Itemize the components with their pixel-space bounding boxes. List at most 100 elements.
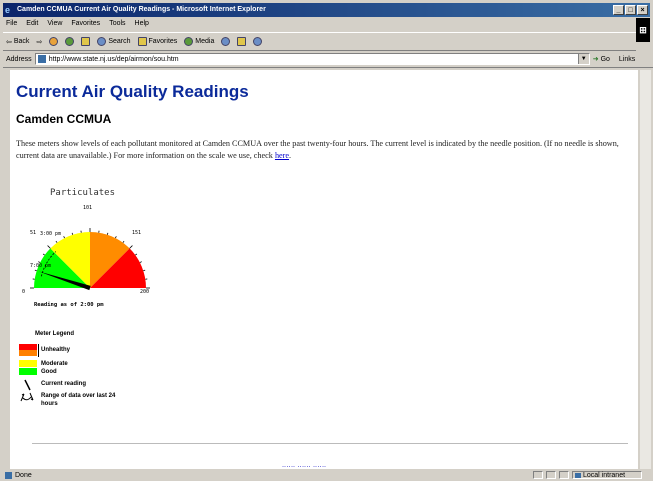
window-title: Camden CCMUA Current Air Quality Reading…	[17, 6, 266, 13]
close-button[interactable]: ×	[637, 5, 648, 15]
media-label: Media	[195, 38, 215, 45]
stop-icon	[49, 37, 59, 46]
gauge-svg: Particulates 0 51 101 151 200 3:00 pm 7:…	[22, 188, 150, 308]
window-controls: _ □ ×	[613, 5, 648, 15]
home-button[interactable]	[81, 37, 91, 46]
dropdown-arrow-icon[interactable]: ▼	[577, 54, 589, 64]
refresh-button[interactable]	[65, 37, 75, 46]
stop-button[interactable]	[49, 37, 59, 46]
gauge-tick	[55, 240, 58, 243]
go-label: Go	[600, 55, 610, 63]
gauge-tick	[139, 261, 142, 263]
range-end-time: 7:00 pm	[30, 263, 51, 269]
gauge-tick	[143, 269, 146, 272]
unhealthy-bracket	[38, 344, 39, 357]
reading-caption: Reading as of 2:00 pm	[34, 302, 104, 308]
needle-icon	[24, 379, 31, 391]
legend-good: Good	[41, 369, 57, 375]
mail-button[interactable]	[237, 37, 247, 46]
menu-edit[interactable]: Edit	[26, 18, 38, 30]
gauge-tick	[34, 269, 37, 272]
scale-label-51: 51	[30, 230, 36, 236]
search-label: Search	[108, 38, 131, 45]
standard-toolbar: ⇦ Back ⇨ Search Favorites Media	[3, 32, 636, 51]
refresh-icon	[65, 37, 75, 46]
unhealthy-orange-swatch	[19, 350, 37, 356]
gauge-tick	[122, 240, 125, 243]
legend-moderate: Moderate	[41, 361, 68, 367]
legend-current-reading: Current reading	[41, 381, 87, 387]
range-bracket-icon	[20, 392, 34, 402]
status-cell-1	[533, 471, 543, 479]
intranet-icon	[575, 472, 581, 478]
intro-text: These meters show levels of each polluta…	[16, 139, 619, 160]
menu-tools[interactable]: Tools	[109, 18, 125, 30]
back-button[interactable]: ⇦ Back	[6, 38, 29, 46]
media-button[interactable]: Media	[184, 37, 214, 46]
legend-heading: Meter Legend	[35, 331, 75, 337]
forward-button[interactable]: ⇨	[36, 38, 42, 46]
search-icon	[97, 37, 107, 46]
media-icon	[184, 37, 194, 46]
address-bar: Address http://www.state.nj.us/dep/airmo…	[3, 51, 653, 68]
security-zone: Local intranet	[572, 471, 642, 479]
footer-links[interactable]: ‥‥‥ ‥‥‥ ‥‥‥	[282, 462, 327, 469]
search-button[interactable]: Search	[97, 37, 131, 46]
gauge-tick	[129, 245, 133, 249]
range-start-time: 3:00 pm	[40, 231, 61, 237]
window-titlebar: e Camden CCMUA Current Air Quality Readi…	[3, 3, 650, 17]
gauge-bands	[34, 232, 146, 288]
minimize-button[interactable]: _	[613, 5, 624, 15]
go-button[interactable]: ➜ Go	[592, 55, 610, 64]
maximize-button[interactable]: □	[625, 5, 636, 15]
zone-label: Local intranet	[583, 471, 626, 479]
intro-paragraph: These meters show levels of each polluta…	[16, 138, 634, 162]
page-content: Current Air Quality Readings Camden CCMU…	[10, 70, 638, 469]
home-icon	[81, 37, 91, 46]
menu-favorites[interactable]: Favorites	[71, 18, 100, 30]
scale-info-link[interactable]: here	[275, 151, 289, 160]
legend-unhealthy: Unhealthy	[41, 347, 71, 353]
station-name: Camden CCMUA	[16, 112, 112, 126]
menu-file[interactable]: File	[6, 18, 17, 30]
good-swatch	[19, 368, 37, 375]
history-icon	[221, 37, 231, 46]
menu-view[interactable]: View	[47, 18, 62, 30]
gauge-tick	[135, 253, 138, 256]
links-button[interactable]: Links	[619, 56, 635, 63]
scale-label-200: 200	[140, 289, 149, 295]
go-arrow-icon: ➜	[592, 56, 599, 63]
page-icon	[37, 55, 46, 63]
favorites-icon	[137, 37, 147, 46]
moderate-swatch	[19, 360, 37, 367]
gauge-tick	[106, 232, 109, 235]
forward-arrow-icon: ⇨	[36, 38, 43, 46]
menu-help[interactable]: Help	[135, 18, 149, 30]
vertical-scrollbar[interactable]	[639, 70, 651, 469]
intro-end: .	[289, 151, 292, 160]
back-arrow-icon: ⇦	[6, 38, 12, 46]
gauge-tick	[42, 253, 45, 256]
gauge-tick	[63, 236, 65, 239]
menu-bar: File Edit View Favorites Tools Help	[3, 18, 636, 30]
status-cell-2	[546, 471, 556, 479]
print-button[interactable]	[253, 37, 263, 46]
page-divider	[32, 443, 628, 444]
meter-legend: Meter Legend Unhealthy Moderate Good Cur…	[19, 331, 129, 421]
ie-logo-icon: e	[5, 5, 11, 15]
scale-label-151: 151	[132, 230, 141, 236]
print-icon	[253, 37, 263, 46]
back-label: Back	[13, 38, 30, 45]
history-button[interactable]	[221, 37, 231, 46]
address-url: http://www.state.nj.us/dep/airmon/sou.ht…	[48, 55, 179, 63]
favorites-button[interactable]: Favorites	[137, 37, 177, 46]
address-input[interactable]: http://www.state.nj.us/dep/airmon/sou.ht…	[34, 53, 590, 65]
page-done-icon	[5, 471, 12, 479]
address-label: Address	[6, 55, 32, 63]
gauge-title: Particulates	[50, 188, 115, 198]
gauge-tick	[47, 245, 51, 249]
scale-label-0: 0	[22, 289, 25, 295]
scale-label-101: 101	[83, 205, 92, 211]
legend-range: Range of data over last 24 hours	[41, 393, 116, 407]
page-title: Current Air Quality Readings	[16, 82, 249, 101]
